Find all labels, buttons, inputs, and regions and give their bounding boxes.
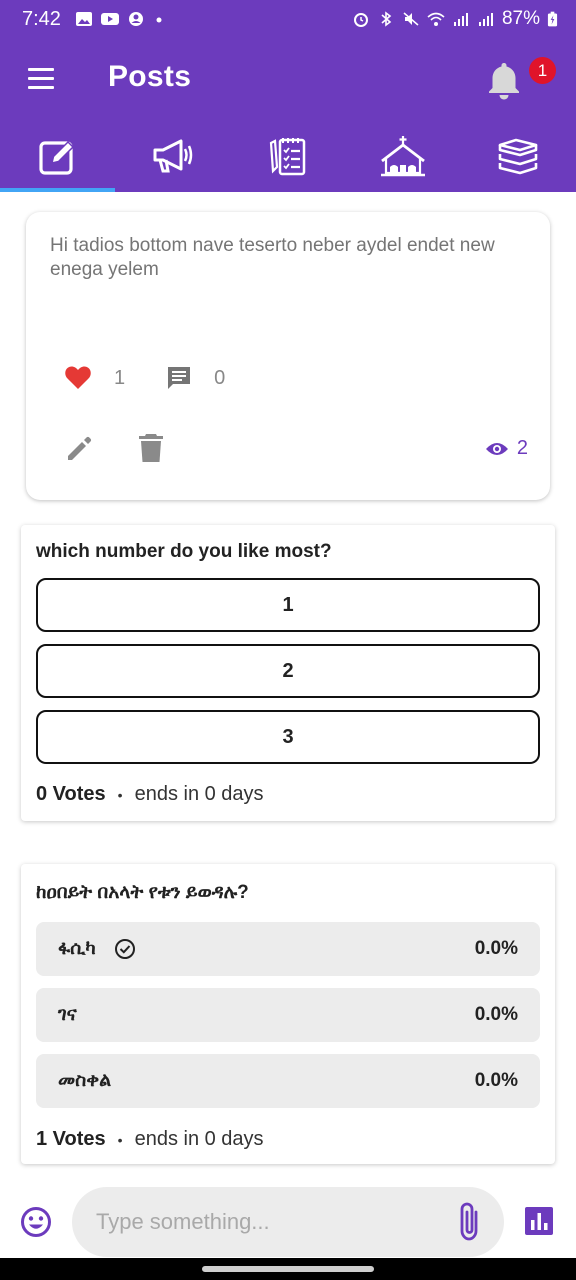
bluetooth-icon [381,11,392,27]
alarm-icon [353,13,368,27]
mute-icon [403,12,419,26]
separator-dot: • [117,1131,123,1148]
comment-count: 0 [214,366,226,389]
battery-percent: 87% [501,8,540,29]
delete-icon[interactable] [136,432,166,464]
heart-icon[interactable] [64,365,92,391]
youtube-icon [100,13,119,25]
poll-card: ከዐበይት በአላት የቱን ይወዳሉ? ፋሲካ 0.0% ገና 0.0% መስ… [21,864,555,1164]
dot-icon [156,17,162,23]
status-bar: 7:42 87% [0,0,576,38]
gallery-icon [75,12,92,26]
message-input[interactable] [72,1187,504,1257]
church-icon [380,136,425,177]
poll-ends: ends in 0 days [134,1128,264,1150]
edit-icon[interactable] [64,434,94,464]
poll-option-label: ገና [58,1004,77,1025]
poll-chart-icon[interactable] [524,1206,554,1236]
poll-footer: 0 Votes • ends in 0 days [36,783,264,806]
post-body: Hi tadios bottom nave teserto neber ayde… [50,235,495,280]
notification-badge: 1 [529,57,556,84]
poll-option-3[interactable]: 3 [36,710,540,764]
composer-bar [0,1186,576,1258]
view-count: 2 [516,437,528,459]
poll-question: which number do you like most? [36,541,332,562]
poll-footer: 1 Votes • ends in 0 days [36,1128,264,1151]
separator-dot: • [117,786,123,803]
checklist-notepad-icon [269,138,305,176]
edit-square-icon [38,140,74,175]
tab-bar [0,120,576,192]
tab-notes[interactable] [230,120,345,192]
bell-icon [489,63,519,100]
status-left-icons [75,11,171,27]
poll-option-label: መስቀል [58,1070,112,1091]
poll-ends: ends in 0 days [134,783,264,805]
account-icon [128,12,143,26]
poll-votes: 0 Votes [36,783,106,805]
poll-result-option[interactable]: ፋሲካ 0.0% [36,922,540,976]
system-nav-bar [0,1258,576,1280]
poll-question: ከዐበይት በአላት የቱን ይወዳሉ? [36,882,249,903]
tab-posts[interactable] [0,120,115,192]
feed[interactable]: Hi tadios bottom nave teserto neber ayde… [0,192,576,1186]
notifications-button[interactable] [484,60,524,102]
poll-card: which number do you like most? 1 2 3 0 V… [21,525,555,821]
signal-icon-2 [478,13,493,26]
post-card: Hi tadios bottom nave teserto neber ayde… [26,212,550,500]
megaphone-icon [153,139,192,173]
poll-option-percent: 0.0% [474,1070,518,1091]
poll-result-option[interactable]: ገና 0.0% [36,988,540,1042]
books-stack-icon [498,138,537,175]
signal-icon [453,13,468,26]
eye-icon [485,442,508,455]
home-gesture-handle[interactable] [202,1266,374,1272]
menu-button[interactable] [24,66,58,92]
app-bar: Posts 1 [0,38,576,120]
tab-church[interactable] [345,120,460,192]
status-time: 7:42 [22,7,61,30]
poll-option-2[interactable]: 2 [36,644,540,698]
reactions-row: 1 0 [64,364,225,392]
wifi-icon [427,12,445,26]
comment-icon[interactable] [165,364,193,392]
poll-option-1[interactable]: 1 [36,578,540,632]
tab-library[interactable] [460,120,575,192]
emoji-icon[interactable] [20,1206,52,1238]
views-counter: 2 [485,437,528,460]
poll-option-percent: 0.0% [474,1004,518,1025]
tab-announcements[interactable] [115,120,230,192]
battery-icon [547,11,558,27]
check-circle-icon [114,939,135,959]
poll-option-label: ፋሲካ [58,938,96,959]
status-right-icons: 87% [352,8,558,30]
poll-votes: 1 Votes [36,1128,106,1150]
page-title: Posts [108,60,192,93]
poll-option-percent: 0.0% [474,938,518,959]
poll-result-option[interactable]: መስቀል 0.0% [36,1054,540,1108]
like-count: 1 [114,366,126,389]
attach-icon[interactable] [452,1200,486,1244]
